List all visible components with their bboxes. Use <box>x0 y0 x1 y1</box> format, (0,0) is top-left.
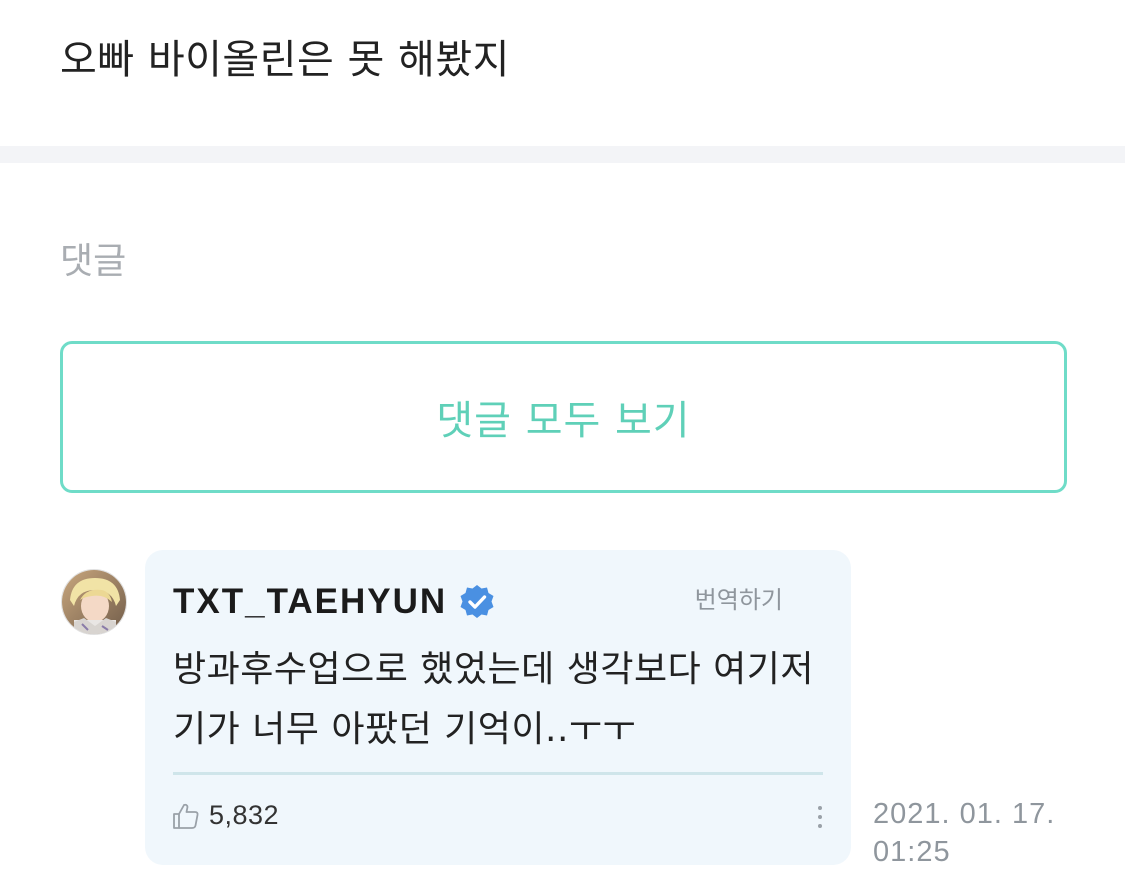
comment-bubble: TXT_TAEHYUN 번역하기 방과후수업으로 했었는데 생각보다 여기저기가… <box>145 550 851 865</box>
more-vertical-icon[interactable] <box>810 806 830 836</box>
comment-text: 방과후수업으로 했었는데 생각보다 여기저기가 너무 아팠던 기억이..ㅜㅜ <box>173 649 814 750</box>
section-divider <box>0 146 1125 163</box>
avatar[interactable] <box>61 569 127 635</box>
comment-author-row: TXT_TAEHYUN <box>173 582 495 622</box>
thumbs-up-icon <box>173 803 199 829</box>
comments-label: 댓글 <box>60 241 127 282</box>
view-all-comments-label: 댓글 모두 보기 <box>436 398 691 444</box>
comment-timestamp: 2021. 01. 17. 01:25 <box>873 795 1093 871</box>
view-all-comments-button[interactable]: 댓글 모두 보기 <box>60 341 1067 493</box>
timestamp-time: 01:25 <box>873 836 951 868</box>
timestamp-date: 2021. 01. 17. <box>873 798 1056 830</box>
like-button[interactable]: 5,832 <box>171 800 279 831</box>
like-count: 5,832 <box>209 800 280 830</box>
post-comments-screen: 오빠 바이올린은 못 해봤지 댓글 댓글 모두 보기 TXT_TAEHYUN 번… <box>0 0 1125 889</box>
verified-badge-icon <box>459 584 495 620</box>
translate-button[interactable]: 번역하기 <box>695 580 783 615</box>
comment-author[interactable]: TXT_TAEHYUN <box>173 582 447 622</box>
comment-separator <box>173 772 823 775</box>
post-text: 오빠 바이올린은 못 해봤지 <box>60 37 510 83</box>
avatar-image <box>62 570 126 634</box>
